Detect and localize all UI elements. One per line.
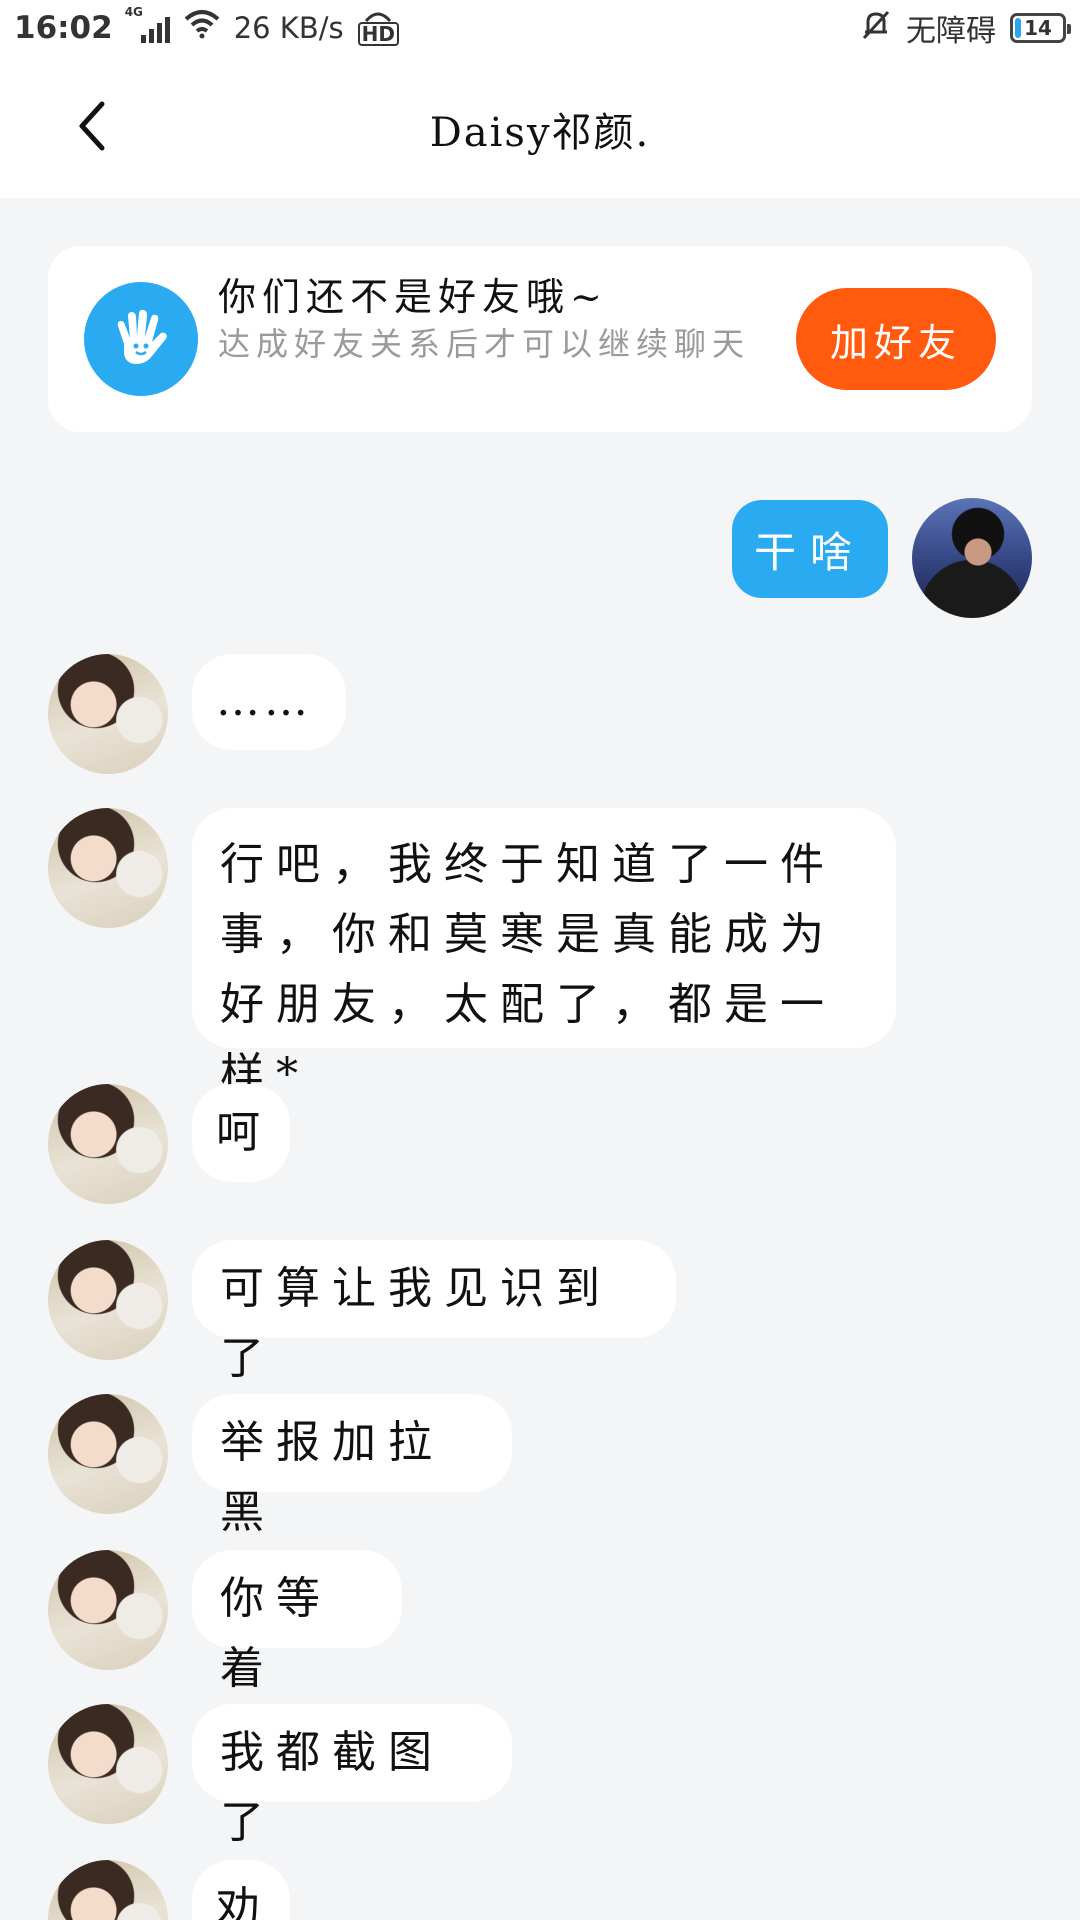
- contact-avatar[interactable]: [48, 1704, 168, 1824]
- message-text: 劝: [216, 1883, 272, 1920]
- status-bar-right: 无障碍 14: [860, 6, 1071, 50]
- message-bubble-incoming[interactable]: ……: [192, 654, 346, 750]
- contact-avatar[interactable]: [48, 1394, 168, 1514]
- message-bubble-incoming[interactable]: 行吧，我终于知道了一件事，你和莫寒是真能成为好朋友，太配了，都是一样*: [192, 808, 896, 1100]
- message-bubble-incoming[interactable]: 呵: [192, 1084, 290, 1182]
- message-text: 干啥: [753, 527, 866, 577]
- wifi-icon: [184, 9, 220, 47]
- message-text: 你等着: [220, 1573, 332, 1694]
- message-text: 举报加拉黑: [220, 1417, 444, 1538]
- bell-muted-icon: [860, 8, 892, 48]
- message-bubble-incoming[interactable]: 你等着: [192, 1550, 402, 1694]
- card-title: 你们还不是好友哦~: [218, 275, 608, 319]
- message-text: 行吧，我终于知道了一件事，你和莫寒是真能成为好朋友，太配了，都是一样*: [220, 839, 836, 1100]
- battery-level: 14: [1024, 16, 1052, 40]
- hd-icon: HD: [357, 10, 399, 46]
- page-title: Daisy祁颜.: [429, 110, 651, 156]
- accessibility-label: 无障碍: [906, 14, 996, 49]
- contact-avatar[interactable]: [48, 1550, 168, 1670]
- contact-avatar[interactable]: [48, 1860, 168, 1920]
- status-bar: 16:02 4G 26 KB/s HD 无障碍 14: [0, 0, 1080, 56]
- battery-icon: 14: [1010, 13, 1071, 43]
- not-friend-card: 你们还不是好友哦~ 达成好友关系后才可以继续聊天 加好友: [48, 246, 1032, 432]
- message-text: 我都截图了: [220, 1727, 444, 1848]
- waving-hand-icon: [84, 282, 198, 396]
- network-type-label: 4G: [124, 5, 143, 19]
- message-bubble-incoming[interactable]: 可算让我见识到了: [192, 1240, 676, 1384]
- hd-label: HD: [357, 22, 399, 46]
- card-subtitle: 达成好友关系后才可以继续聊天: [218, 325, 751, 363]
- chat-header: Daisy祁颜.: [0, 56, 1080, 198]
- message-bubble-incoming[interactable]: 举报加拉黑: [192, 1394, 512, 1538]
- network-speed: 26 KB/s: [233, 11, 344, 45]
- message-text: ……: [216, 675, 312, 726]
- battery-fill: [1015, 18, 1022, 38]
- message-text: 可算让我见识到了: [220, 1263, 612, 1384]
- status-bar-left: 16:02 4G 26 KB/s HD: [14, 5, 399, 47]
- message-text: 呵: [216, 1107, 272, 1158]
- message-bubble-outgoing[interactable]: 干啥: [732, 500, 888, 598]
- contact-avatar[interactable]: [48, 808, 168, 928]
- contact-avatar[interactable]: [48, 654, 168, 774]
- contact-avatar[interactable]: [48, 1084, 168, 1204]
- my-avatar[interactable]: [912, 498, 1032, 618]
- contact-avatar[interactable]: [48, 1240, 168, 1360]
- add-friend-button[interactable]: 加好友: [796, 288, 996, 390]
- message-bubble-incoming[interactable]: 我都截图了: [192, 1704, 512, 1848]
- signal-icon: 4G: [125, 5, 170, 43]
- message-bubble-incoming[interactable]: 劝: [192, 1860, 290, 1920]
- clock: 16:02: [14, 10, 113, 46]
